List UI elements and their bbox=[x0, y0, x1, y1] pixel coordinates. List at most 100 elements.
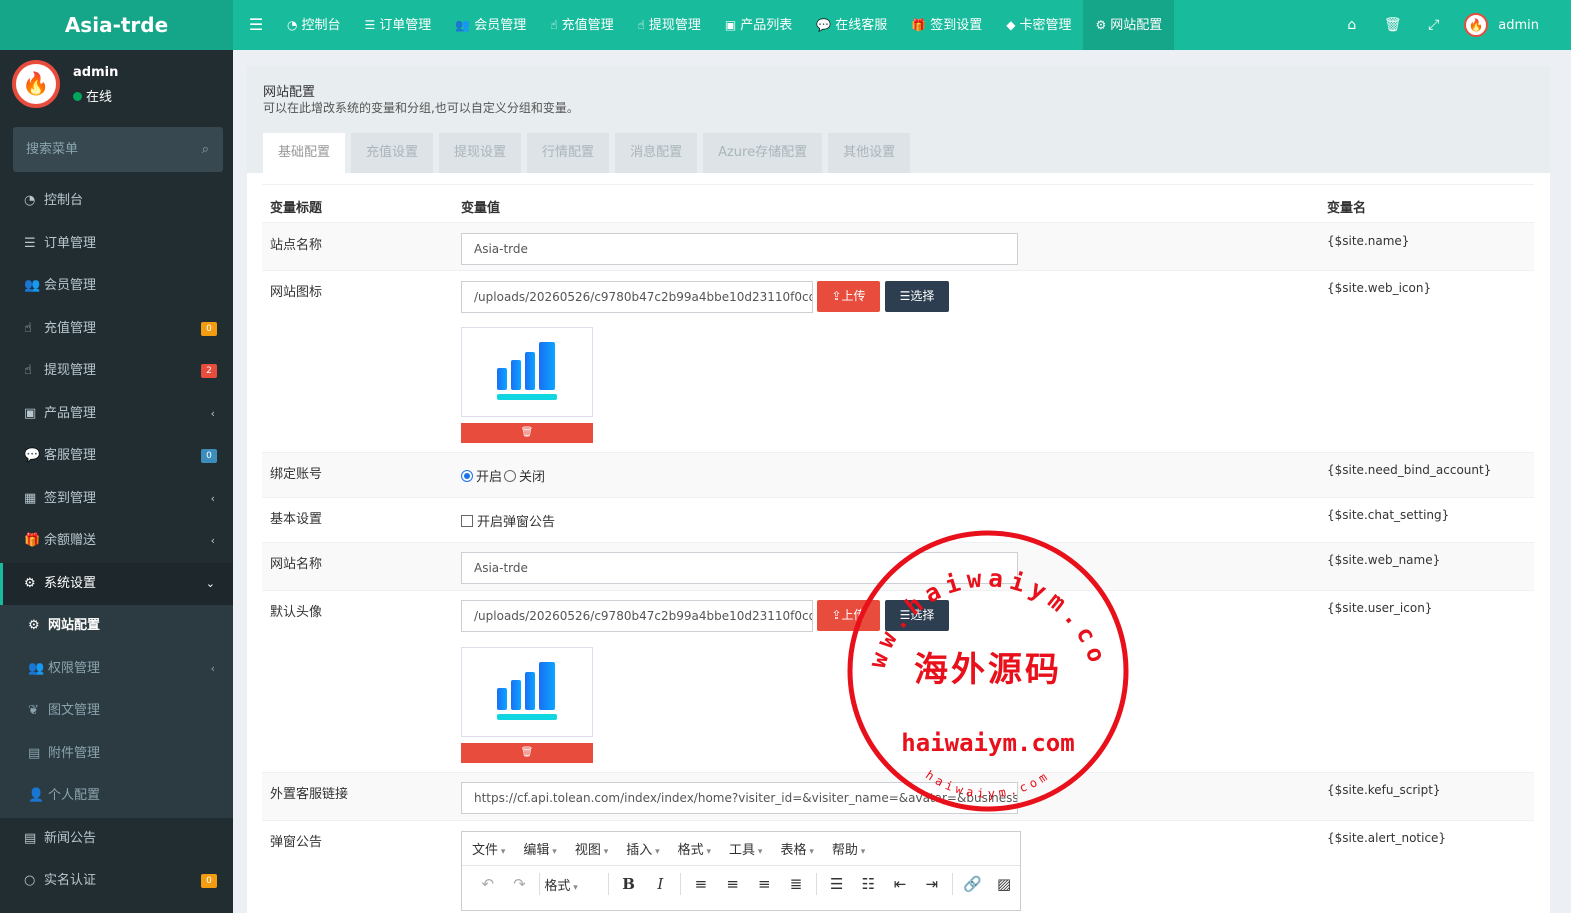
file-image-icon: ▤ bbox=[28, 745, 41, 761]
popup-checkbox-label[interactable]: 开启弹窗公告 bbox=[477, 511, 555, 530]
editor-menu-item[interactable]: 工具 bbox=[729, 839, 762, 858]
upload-label: 上传 bbox=[841, 289, 866, 303]
search-icon[interactable]: ⌕ bbox=[202, 127, 209, 172]
topnav-label: 提现管理 bbox=[648, 18, 701, 33]
undo-icon[interactable]: ↶ bbox=[472, 875, 504, 893]
trash-icon[interactable]: 🗑 bbox=[1372, 17, 1413, 33]
numbered-list-icon[interactable]: ☷ bbox=[853, 875, 885, 893]
user-menu[interactable]: 🔥 admin bbox=[1464, 13, 1539, 37]
tab[interactable]: 充值设置 bbox=[351, 133, 434, 173]
header-value: 变量值 bbox=[461, 201, 501, 216]
count-badge: 0 bbox=[201, 449, 217, 463]
bullet-list-icon[interactable]: ☰ bbox=[821, 875, 853, 893]
radio-off[interactable] bbox=[504, 469, 517, 482]
comments-icon: 💬 bbox=[816, 18, 832, 32]
italic-icon[interactable]: I bbox=[644, 875, 676, 893]
tab[interactable]: 提现设置 bbox=[439, 133, 522, 173]
popup-checkbox[interactable] bbox=[461, 514, 473, 527]
link-icon[interactable]: 🔗 bbox=[957, 875, 989, 893]
header-name: 变量名 bbox=[1327, 201, 1367, 216]
shopping-bag-icon: ▣ bbox=[724, 18, 737, 32]
topnav-item[interactable]: ☝ 提现管理 bbox=[626, 0, 713, 50]
sidebar-item-label: 签到管理 bbox=[44, 490, 97, 506]
upload-button[interactable]: ⇪上传 bbox=[817, 281, 880, 312]
radio-off-label[interactable]: 关闭 bbox=[519, 466, 545, 485]
tab[interactable]: 基础配置 bbox=[263, 133, 346, 173]
sidebar-item[interactable]: ▤ 附件管理 bbox=[0, 732, 233, 775]
sidebar-item[interactable]: 👤 个人配置 bbox=[0, 775, 233, 818]
outdent-icon[interactable]: ⇤ bbox=[884, 875, 916, 893]
tab[interactable]: 其他设置 bbox=[828, 133, 911, 173]
sidebar-item[interactable]: ◔ 控制台 bbox=[0, 180, 233, 223]
topnav-item[interactable]: 🎁 签到设置 bbox=[899, 0, 994, 50]
select-button[interactable]: ☰选择 bbox=[885, 281, 949, 312]
topnav-item[interactable]: 👥 会员管理 bbox=[443, 0, 538, 50]
rich-text-editor[interactable]: 文件编辑视图插入格式工具表格帮助 ↶ ↷ 格式 B I ≡ ≡ ≡ ≣ ☰ bbox=[461, 831, 1021, 911]
web-icon-input[interactable]: /uploads/20260526/c9780b47c2b99a4bbe10d2… bbox=[461, 281, 813, 313]
align-center-icon[interactable]: ≡ bbox=[717, 875, 749, 893]
list-icon: ☰ bbox=[899, 289, 911, 303]
topnav-item[interactable]: 💬 在线客服 bbox=[804, 0, 899, 50]
radio-on-label[interactable]: 开启 bbox=[476, 466, 502, 485]
sidebar-item[interactable]: ⚙ 系统设置 ⌄ bbox=[0, 562, 233, 605]
format-dropdown[interactable]: 格式 bbox=[544, 875, 603, 894]
align-left-icon[interactable]: ≡ bbox=[685, 875, 717, 893]
topnav-label: 网站配置 bbox=[1110, 18, 1163, 33]
bold-icon[interactable]: B bbox=[613, 875, 645, 893]
delete-image-button[interactable]: 🗑 bbox=[461, 423, 593, 443]
dashboard-icon: ◔ bbox=[287, 18, 298, 32]
editor-menu-item[interactable]: 视图 bbox=[575, 839, 608, 858]
topnav-item[interactable]: ▣ 产品列表 bbox=[713, 0, 804, 50]
editor-menu-item[interactable]: 插入 bbox=[626, 839, 659, 858]
sidebar-item[interactable]: ❦ 图文管理 bbox=[0, 690, 233, 733]
sidebar-search-input[interactable]: 搜索菜单 ⌕ bbox=[13, 127, 223, 172]
indent-icon[interactable]: ⇥ bbox=[916, 875, 948, 893]
topnav-item[interactable]: ☝ 充值管理 bbox=[538, 0, 625, 50]
bind-account-radio-group: 开启 关闭 bbox=[461, 466, 545, 485]
sidebar-item[interactable]: 🎁 余额赠送 ‹ bbox=[0, 520, 233, 563]
row-var: {$site.kefu_script} bbox=[1327, 783, 1441, 797]
topnav-item[interactable]: ◔ 控制台 bbox=[275, 0, 353, 50]
top-navbar: Asia-trde ☰ ◔ 控制台 ☰ 订单管理 👥 会员管理 ☝ 充值管理 ☝ 提现管理 ▣ 产品列… bbox=[0, 0, 1571, 50]
user-panel: 🔥 admin 在线 bbox=[12, 60, 222, 120]
home-icon[interactable]: ⌂ bbox=[1331, 17, 1372, 33]
tab[interactable]: Azure存储配置 bbox=[703, 133, 823, 173]
row-var: {$site.user_icon} bbox=[1327, 601, 1433, 615]
site-name-input[interactable]: Asia-trde bbox=[461, 233, 1018, 265]
fullscreen-icon[interactable]: ⤢ bbox=[1413, 17, 1454, 33]
topnav-item[interactable]: ⚙ 网站配置 bbox=[1083, 0, 1175, 50]
sidebar-item[interactable]: 👥 权限管理 ‹ bbox=[0, 647, 233, 690]
user-icon-input[interactable]: /uploads/20260526/c9780b47c2b99a4bbe10d2… bbox=[461, 600, 813, 632]
tab[interactable]: 消息配置 bbox=[615, 133, 698, 173]
sidebar-item[interactable]: 👥 会员管理 bbox=[0, 265, 233, 308]
leaf-icon: ❦ bbox=[28, 703, 39, 718]
sidebar-item[interactable]: ☝ 提现管理 2 bbox=[0, 350, 233, 393]
sidebar-item[interactable]: ▤ 新闻公告 bbox=[0, 818, 233, 861]
sidebar-item[interactable]: ☰ 订单管理 bbox=[0, 223, 233, 266]
menu-toggle-icon[interactable]: ☰ bbox=[241, 0, 271, 50]
sidebar-item[interactable]: ▦ 签到管理 ‹ bbox=[0, 478, 233, 521]
sidebar-item[interactable]: ⚙ 网站配置 bbox=[0, 605, 233, 648]
sidebar-item[interactable]: 💬 客服管理 0 bbox=[0, 435, 233, 478]
sidebar-item[interactable]: ▣ 产品管理 ‹ bbox=[0, 393, 233, 436]
editor-menu-item[interactable]: 格式 bbox=[678, 839, 711, 858]
align-right-icon[interactable]: ≡ bbox=[749, 875, 781, 893]
tab[interactable]: 行情配置 bbox=[527, 133, 610, 173]
topnav-item[interactable]: ◆ 卡密管理 bbox=[994, 0, 1083, 50]
sidebar-item[interactable]: ☝ 充值管理 0 bbox=[0, 308, 233, 351]
editor-menu-item[interactable]: 编辑 bbox=[523, 839, 556, 858]
sidebar-item[interactable]: ○ 实名认证 0 bbox=[0, 860, 233, 903]
align-justify-icon[interactable]: ≣ bbox=[780, 875, 812, 893]
chevron-left-icon: ‹ bbox=[210, 534, 215, 547]
sidebar-item-label: 新闻公告 bbox=[44, 830, 97, 846]
delete-image-button[interactable]: 🗑 bbox=[461, 743, 593, 763]
editor-menu-item[interactable]: 表格 bbox=[780, 839, 813, 858]
editor-menu-item[interactable]: 文件 bbox=[472, 839, 505, 858]
image-icon[interactable]: ▨ bbox=[988, 875, 1020, 893]
app-logo[interactable]: Asia-trde bbox=[0, 0, 233, 50]
radio-on[interactable] bbox=[461, 469, 473, 482]
editor-menu-item[interactable]: 帮助 bbox=[832, 839, 865, 858]
sidebar-item-label: 网站配置 bbox=[48, 618, 101, 633]
redo-icon[interactable]: ↷ bbox=[504, 875, 536, 893]
topnav-item[interactable]: ☰ 订单管理 bbox=[353, 0, 444, 50]
